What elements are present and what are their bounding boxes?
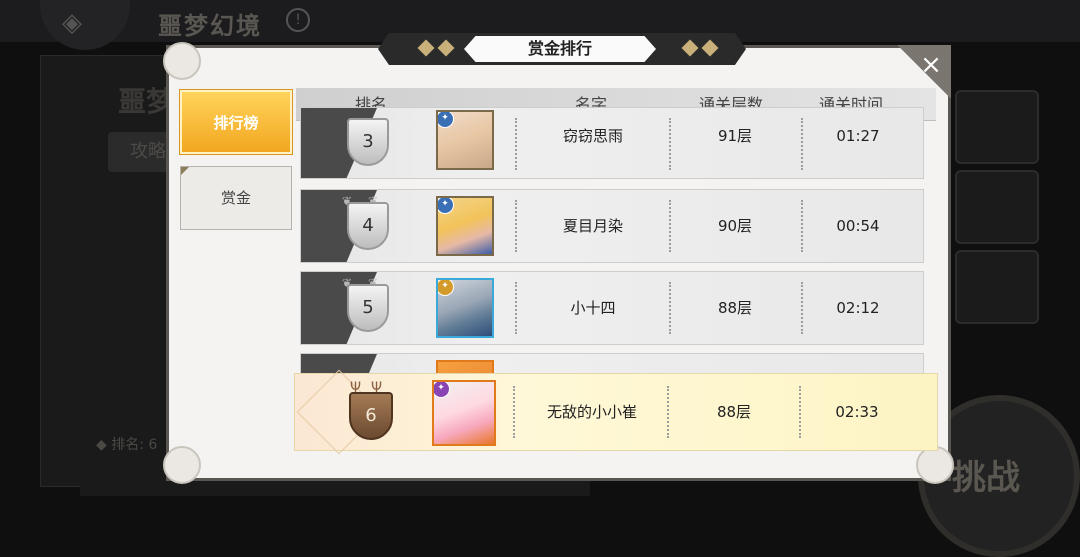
corner-ornament [163, 42, 201, 80]
tab-leaderboard[interactable]: 排行榜 [180, 90, 292, 154]
cleared-floors: 91层 [717, 127, 753, 145]
rank-badge: 5 [347, 284, 389, 332]
column-divider [515, 200, 517, 252]
clear-time: 01:27 [836, 127, 880, 145]
player-avatar[interactable]: ✦ [436, 196, 494, 256]
clear-time: 00:54 [836, 217, 880, 235]
rank-badge: 3 [347, 118, 389, 166]
player-name: 夏目月染 [562, 217, 623, 235]
avatar-class-icon: ✦ [438, 198, 454, 214]
player-name: 窃窃思雨 [562, 127, 623, 145]
column-divider [515, 282, 517, 334]
player-avatar[interactable]: ✦ [436, 110, 494, 170]
rank-badge: 4 [347, 202, 389, 250]
cleared-floors: 88层 [717, 299, 753, 317]
corner-ornament [163, 446, 201, 484]
avatar-class-icon: ✦ [438, 112, 454, 128]
table-row[interactable]: 3 ✦ 窃窃思雨 91层 01:27 [300, 107, 924, 179]
corner-ornament [916, 446, 954, 484]
challenge-label: 挑战 [952, 458, 1020, 498]
clear-time: 02:33 [835, 403, 879, 421]
right-slot[interactable] [955, 170, 1039, 244]
player-avatar[interactable]: ✦ [436, 278, 494, 338]
info-icon[interactable]: ! [286, 8, 310, 32]
tab-bounty-label: 赏金 [220, 189, 251, 207]
cleared-floors: 90层 [717, 217, 753, 235]
avatar-class-icon: ✦ [438, 280, 454, 296]
player-avatar[interactable]: ✦ [432, 380, 496, 446]
back-icon: ◈ [62, 8, 82, 38]
player-name: 无敌的小小崔 [546, 403, 637, 421]
right-slot[interactable] [955, 90, 1039, 164]
right-slot[interactable] [955, 250, 1039, 324]
player-name: 小十四 [570, 299, 616, 317]
column-divider [513, 386, 515, 438]
table-row[interactable]: ❦❦ 5 ✦ 小十四 88层 02:12 [300, 271, 924, 345]
clear-time: 02:12 [836, 299, 880, 317]
tab-notch [181, 167, 189, 175]
back-button[interactable] [40, 0, 130, 50]
page-title: 噩梦幻境 [158, 12, 262, 40]
self-rank-row[interactable]: ΨΨ 6 ✦ 无敌的小小崔 88层 02:33 [294, 369, 938, 455]
cleared-floors: 88层 [716, 403, 752, 421]
close-icon[interactable]: × [918, 52, 944, 78]
avatar-class-icon: ✦ [434, 382, 450, 398]
tab-bounty[interactable]: 赏金 [180, 166, 292, 230]
rank-label: ◆ 排名: 6 [96, 437, 158, 453]
dialog-title: 赏金排行 [464, 36, 656, 62]
table-row[interactable]: ❦❦ 4 ✦ 夏目月染 90层 00:54 [300, 189, 924, 263]
column-divider [515, 118, 517, 170]
rank-badge: 6 [349, 392, 393, 440]
